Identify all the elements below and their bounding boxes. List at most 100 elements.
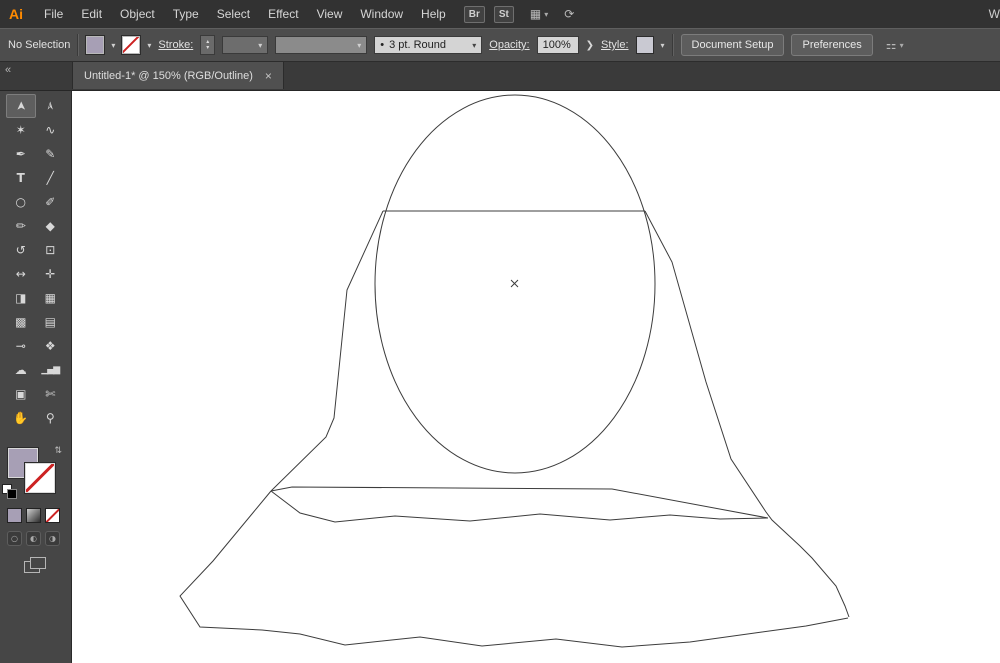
gradient-tool[interactable]: ▤: [36, 310, 66, 334]
chevron-down-icon: ▾: [258, 40, 263, 50]
magic-wand-tool[interactable]: ✶: [6, 118, 36, 142]
column-graph-tool[interactable]: ▁▄▆: [36, 358, 66, 382]
line-segment-icon: ╱: [46, 171, 54, 185]
lasso-tool[interactable]: ∿: [36, 118, 66, 142]
menu-type[interactable]: Type: [164, 7, 208, 21]
outline-shape[interactable]: [270, 210, 384, 492]
blend-icon: ❖: [44, 339, 56, 353]
arrange-documents-control[interactable]: ▦ ▾: [530, 7, 548, 21]
chevron-down-icon: ▾: [472, 40, 477, 50]
artboard-tool[interactable]: ▣: [6, 382, 36, 406]
stroke-weight-dropdown[interactable]: ▾: [222, 36, 269, 54]
draw-inside-icon[interactable]: ◑: [45, 531, 60, 546]
blob-brush-tool[interactable]: ✏: [6, 214, 36, 238]
slice-tool[interactable]: ✄: [36, 382, 66, 406]
style-swatch[interactable]: [635, 36, 654, 54]
perspective-grid-tool[interactable]: ▦: [36, 286, 66, 310]
zoom-tool[interactable]: ⚲: [36, 406, 66, 430]
style-label[interactable]: Style:: [601, 39, 629, 51]
selection-status: No Selection: [8, 39, 71, 51]
menu-select[interactable]: Select: [208, 7, 259, 21]
menu-help[interactable]: Help: [412, 7, 455, 21]
scale-icon: ⊡: [45, 243, 56, 257]
rotate-icon: ↺: [15, 243, 26, 257]
magic-wand-icon: ✶: [15, 123, 26, 137]
outline-shape[interactable]: [644, 210, 850, 618]
line-segment-tool[interactable]: ╱: [36, 166, 66, 190]
panel-options-control[interactable]: ⚏ ▾: [886, 38, 904, 52]
swap-fill-stroke-icon[interactable]: ⇅: [54, 446, 62, 456]
direct-selection-tool[interactable]: ➢: [36, 94, 66, 118]
screen-mode-rect-front: [30, 557, 46, 569]
fill-color-swatch[interactable]: [85, 35, 106, 55]
none-button[interactable]: [45, 508, 60, 523]
draw-behind-icon[interactable]: ◐: [26, 531, 41, 546]
chevron-down-icon[interactable]: ▾: [661, 41, 665, 50]
hand-tool[interactable]: ✋: [6, 406, 36, 430]
symbol-sprayer-tool[interactable]: ☁: [6, 358, 36, 382]
paintbrush-tool[interactable]: ✐: [36, 190, 66, 214]
document-tab[interactable]: Untitled-1* @ 150% (RGB/Outline) ×: [72, 62, 284, 89]
type-tool[interactable]: T: [6, 166, 36, 190]
change-screen-mode-icon[interactable]: [24, 557, 48, 575]
eyedropper-tool[interactable]: ⊸: [6, 334, 36, 358]
pen-tool[interactable]: ✒: [6, 142, 36, 166]
ellipse-tool[interactable]: ○: [6, 190, 36, 214]
stepper-down-icon[interactable]: ▾: [206, 45, 209, 51]
appbar-button-st[interactable]: St: [493, 5, 514, 23]
gradient-icon: ▤: [44, 315, 56, 329]
menu-object[interactable]: Object: [111, 7, 164, 21]
width-tool[interactable]: ↔: [6, 262, 36, 286]
menu-list: File Edit Object Type Select Effect View Window…: [35, 7, 455, 21]
variable-width-profile-dropdown[interactable]: ▾: [275, 36, 368, 54]
blend-tool[interactable]: ❖: [36, 334, 66, 358]
brush-definition-dropdown[interactable]: • 3 pt. Round ▾: [374, 36, 483, 54]
selection-icon: ➤: [13, 100, 28, 112]
stroke-weight-stepper[interactable]: ▴ ▾: [200, 35, 216, 55]
menu-edit[interactable]: Edit: [72, 7, 111, 21]
stroke-color-box[interactable]: [24, 462, 56, 494]
collapse-panels-icon[interactable]: «: [5, 64, 11, 76]
menu-view[interactable]: View: [308, 7, 352, 21]
selection-tool[interactable]: ➤: [6, 94, 36, 118]
document-setup-button[interactable]: Document Setup: [680, 34, 785, 56]
artboard-canvas[interactable]: [72, 90, 1000, 663]
color-button[interactable]: [7, 508, 22, 523]
menu-effect[interactable]: Effect: [259, 7, 307, 21]
scale-tool[interactable]: ⊡: [36, 238, 66, 262]
outline-shape[interactable]: [270, 486, 769, 519]
document-tab-title: Untitled-1* @ 150% (RGB/Outline): [84, 69, 253, 82]
draw-normal-icon[interactable]: ○: [7, 531, 22, 546]
outline-shape[interactable]: [270, 490, 769, 523]
separator: [671, 34, 674, 56]
close-icon[interactable]: ×: [265, 69, 272, 83]
opacity-label[interactable]: Opacity:: [489, 39, 529, 51]
cs-live-control[interactable]: ⟳: [564, 7, 574, 21]
menu-window[interactable]: Window: [351, 7, 412, 21]
default-stroke-mini: [7, 489, 17, 499]
default-fill-stroke-icon[interactable]: [2, 484, 17, 499]
appbar-button-br[interactable]: Br: [463, 5, 485, 23]
chevron-down-icon[interactable]: ▾: [147, 41, 151, 50]
stroke-color-swatch[interactable]: [121, 35, 142, 55]
pencil-tool[interactable]: ✎: [36, 142, 66, 166]
brush-definition-value: 3 pt. Round: [389, 39, 446, 51]
gradient-button[interactable]: [26, 508, 41, 523]
free-transform-tool[interactable]: ✛: [36, 262, 66, 286]
mesh-icon: ▩: [15, 315, 27, 329]
document-tab-bar: « Untitled-1* @ 150% (RGB/Outline) ×: [0, 62, 1000, 91]
stroke-label[interactable]: Stroke:: [158, 39, 193, 51]
opacity-field[interactable]: 100%: [536, 36, 579, 54]
chevron-down-icon[interactable]: ▾: [111, 41, 115, 50]
shape-builder-tool[interactable]: ◨: [6, 286, 36, 310]
preferences-button[interactable]: Preferences: [791, 34, 873, 56]
eraser-tool[interactable]: ◆: [36, 214, 66, 238]
rotate-tool[interactable]: ↺: [6, 238, 36, 262]
artboard-icon: ▣: [15, 387, 27, 401]
chevron-down-icon: ▾: [357, 40, 362, 50]
menu-file[interactable]: File: [35, 7, 72, 21]
chevron-right-icon[interactable]: ❯: [586, 40, 594, 51]
slice-icon: ✄: [45, 387, 56, 401]
drawing-mode-buttons: ○ ◐ ◑: [7, 531, 60, 546]
mesh-tool[interactable]: ▩: [6, 310, 36, 334]
